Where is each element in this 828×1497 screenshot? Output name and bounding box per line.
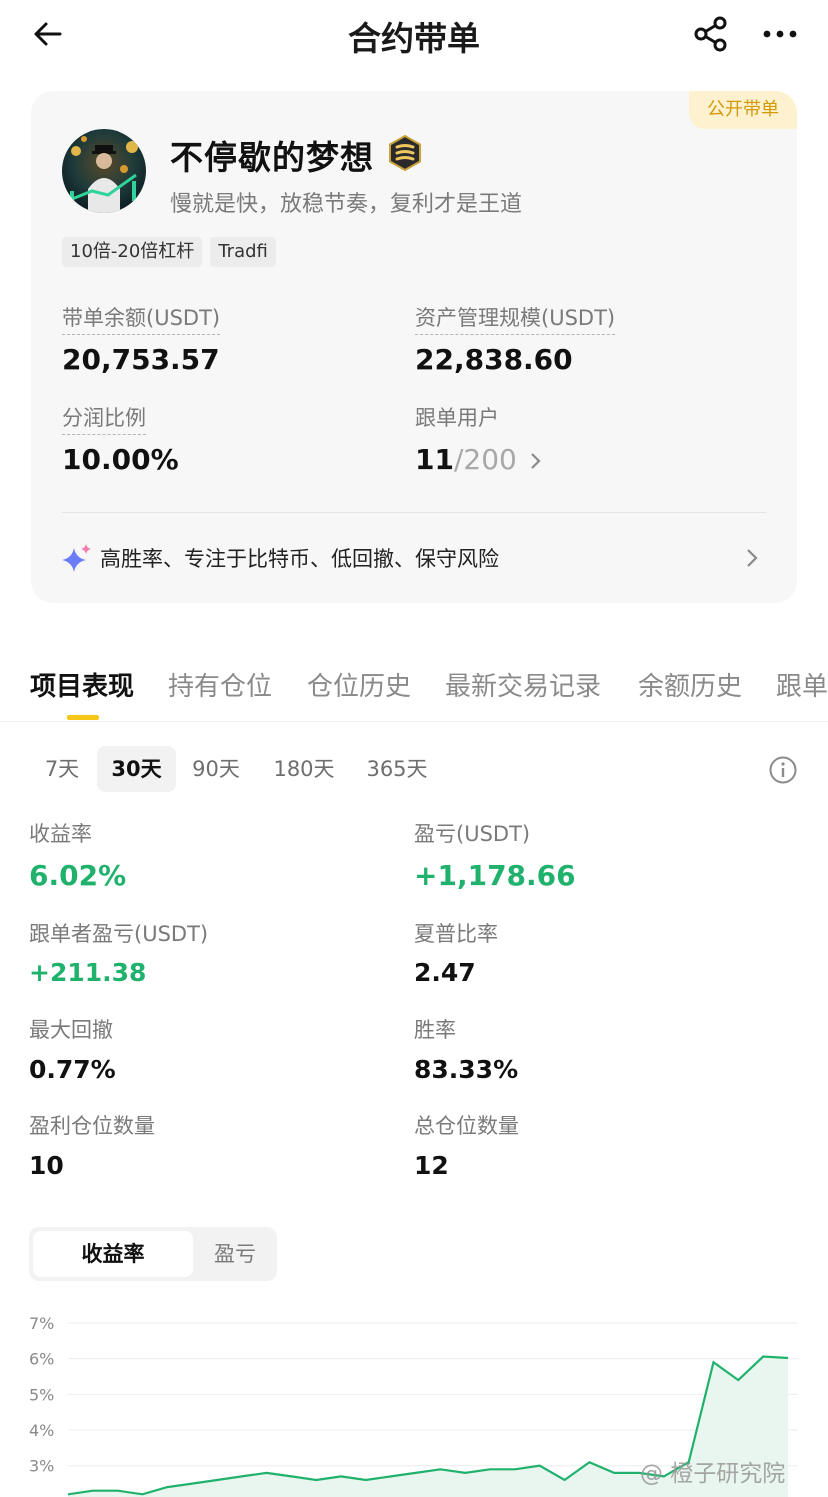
copier-pnl-label: 跟单者盈亏(USDT): [29, 922, 209, 946]
win-positions-label: 盈利仓位数量: [29, 1114, 155, 1138]
toggle-roi[interactable]: 收益率: [33, 1231, 193, 1277]
vip-badge-icon: [389, 135, 421, 171]
more-icon[interactable]: [760, 15, 800, 53]
followers-max: /200: [453, 443, 517, 476]
tag-leverage: 10倍-20倍杠杆: [62, 237, 203, 267]
tab-balance-history[interactable]: 余额历史: [638, 666, 742, 703]
period-selector: 7天 30天 90天 180天 365天: [0, 746, 828, 792]
winrate-label: 胜率: [414, 1018, 456, 1042]
tab-performance[interactable]: 项目表现: [30, 666, 134, 703]
total-positions-value: 12: [414, 1151, 449, 1180]
pnl-label: 盈亏(USDT): [414, 822, 531, 846]
tab-trade-records[interactable]: 最新交易记录: [445, 666, 601, 703]
y-tick-label: 6%: [29, 1350, 54, 1369]
share-icon[interactable]: [692, 15, 730, 53]
profit-share-label[interactable]: 分润比例: [62, 402, 146, 435]
followers-count: 11: [415, 443, 454, 476]
ai-summary-text[interactable]: 高胜率、专注于比特币、低回撤、保守风险: [100, 543, 499, 573]
y-tick-label: 4%: [29, 1421, 54, 1440]
lead-balance-value: 20,753.57: [62, 343, 220, 376]
chart-metric-toggle: 收益率 盈亏: [29, 1227, 277, 1281]
copier-pnl-value: +211.38: [29, 958, 147, 987]
chevron-right-icon[interactable]: [528, 451, 544, 471]
trader-tags: 10倍-20倍杠杆 Tradfi: [62, 237, 276, 267]
tab-positions[interactable]: 持有仓位: [168, 666, 272, 703]
period-180d[interactable]: 180天: [266, 746, 342, 792]
roi-value: 6.02%: [29, 859, 127, 892]
period-365d[interactable]: 365天: [358, 746, 436, 792]
profit-share-value: 10.00%: [62, 443, 179, 476]
followers-value[interactable]: 11/200: [415, 443, 517, 476]
y-tick-label: 3%: [29, 1457, 54, 1476]
watermark: @ 橙子研究院: [640, 1461, 786, 1487]
followers-label: 跟单用户: [415, 406, 499, 430]
tab-copy[interactable]: 跟单: [776, 666, 828, 703]
section-tabs: 项目表现 持有仓位 仓位历史 最新交易记录 余额历史 跟单: [0, 656, 828, 722]
toggle-pnl[interactable]: 盈亏: [199, 1231, 271, 1277]
trader-card: 公开带单 不停歇的梦想 慢就是快，放稳节奏，复利才是王道 10倍-20倍杠杆 T…: [31, 91, 797, 603]
public-lead-tag: 公开带单: [689, 91, 797, 129]
tag-tradfi: Tradfi: [210, 237, 276, 267]
card-divider: [62, 512, 766, 513]
y-tick-label: 5%: [29, 1385, 54, 1404]
roi-label: 收益率: [29, 822, 92, 846]
period-30d[interactable]: 30天: [97, 746, 176, 792]
lead-balance-label[interactable]: 带单余额(USDT): [62, 302, 221, 335]
mdd-label: 最大回撤: [29, 1018, 113, 1042]
active-tab-indicator: [67, 715, 99, 720]
chevron-right-icon[interactable]: [745, 547, 759, 569]
mdd-value: 0.77%: [29, 1055, 116, 1084]
tab-position-history[interactable]: 仓位历史: [307, 666, 411, 703]
sharpe-value: 2.47: [414, 958, 476, 987]
period-90d[interactable]: 90天: [184, 746, 248, 792]
y-tick-label: 7%: [29, 1314, 54, 1333]
winrate-value: 83.33%: [414, 1055, 519, 1084]
total-positions-label: 总仓位数量: [414, 1114, 519, 1138]
aum-label[interactable]: 资产管理规模(USDT): [415, 302, 616, 335]
sharpe-label: 夏普比率: [414, 922, 498, 946]
aum-value: 22,838.60: [415, 343, 573, 376]
top-bar: 合约带单: [0, 0, 828, 66]
pnl-value: +1,178.66: [414, 859, 576, 892]
win-positions-value: 10: [29, 1151, 64, 1180]
trader-motto: 慢就是快，放稳节奏，复利才是王道: [170, 192, 523, 217]
period-7d[interactable]: 7天: [34, 746, 90, 792]
avatar[interactable]: [62, 129, 146, 213]
info-icon[interactable]: [768, 755, 798, 785]
sparkle-icon: [62, 544, 91, 572]
trader-nickname: 不停歇的梦想: [170, 138, 374, 177]
